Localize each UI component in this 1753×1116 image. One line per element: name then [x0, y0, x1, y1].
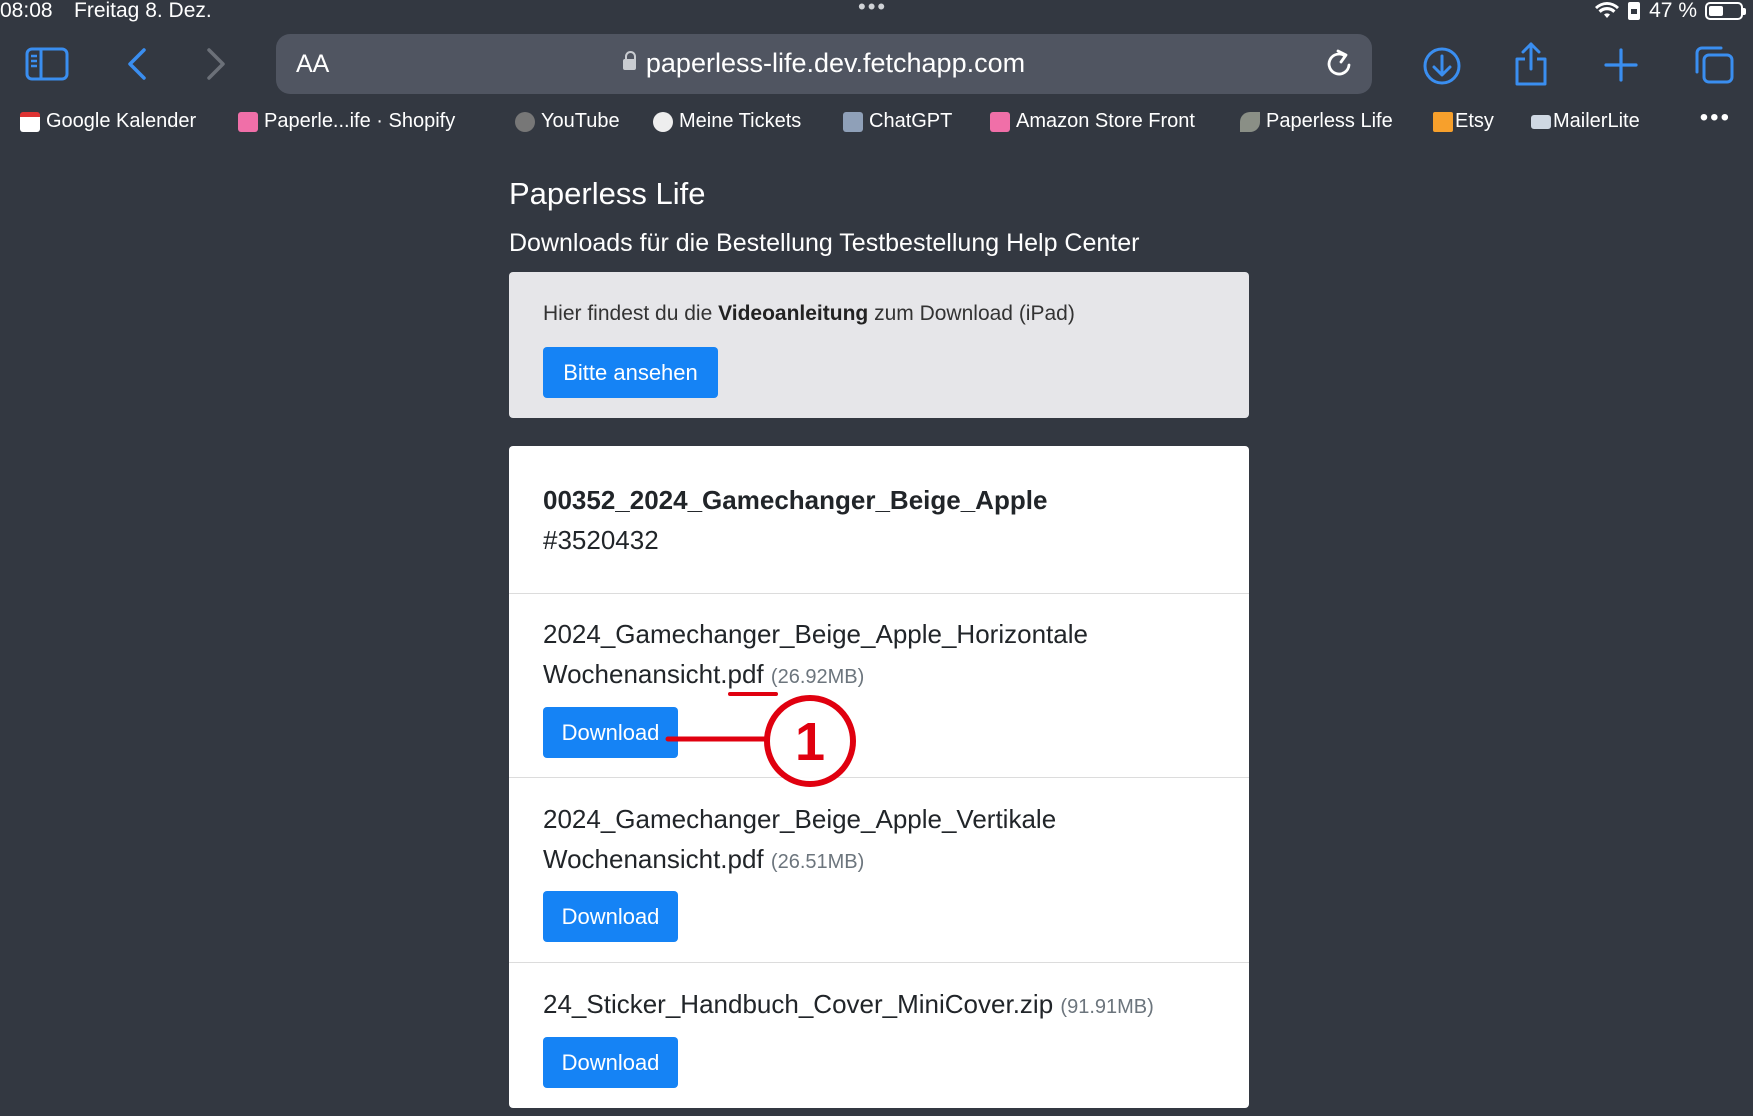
- bookmark-label: MailerLite: [1553, 110, 1640, 132]
- wifi-icon: [1595, 2, 1620, 18]
- file-name-line1: 2024_Gamechanger_Beige_Apple_Horizontale: [543, 619, 1088, 649]
- battery-percent: 47 %: [1649, 0, 1697, 22]
- info-text-after: zum Download (iPad): [868, 302, 1075, 325]
- bookmark-label: Etsy: [1455, 110, 1494, 132]
- bookmark-chatgpt[interactable]: ChatGPT: [843, 110, 952, 133]
- status-date: Freitag 8. Dez.: [74, 0, 212, 22]
- youtube-icon: [515, 111, 535, 132]
- more-bookmarks-icon[interactable]: •••: [1700, 104, 1731, 132]
- url-display[interactable]: paperless-life.dev.fetchapp.com: [276, 48, 1372, 79]
- order-title: 00352_2024_Gamechanger_Beige_Apple: [543, 485, 1048, 515]
- leaf-icon: [1240, 111, 1260, 132]
- bookmark-shopify[interactable]: Paperle...ife · Shopify: [238, 110, 455, 133]
- bookmark-mailerlite[interactable]: MailerLite: [1531, 110, 1640, 133]
- lock-rotation-icon: [1628, 2, 1641, 20]
- download-button[interactable]: Download: [543, 891, 678, 942]
- back-chevron-icon[interactable]: [122, 46, 152, 82]
- file-name: 24_Sticker_Handbuch_Cover_MiniCover.zip …: [543, 984, 1233, 1027]
- file-name: 2024_Gamechanger_Beige_Apple_Vertikale W…: [543, 799, 1233, 882]
- bookmark-label: YouTube: [541, 110, 620, 132]
- battery-icon: [1705, 2, 1746, 20]
- bookmark-label: Meine Tickets: [679, 110, 802, 132]
- info-text-bold: Videoanleitung: [718, 302, 869, 325]
- downloads-icon[interactable]: [1420, 44, 1464, 88]
- bookmarks-bar: Google Kalender Paperle...ife · Shopify …: [0, 104, 1753, 140]
- tabs-overview-icon[interactable]: [1692, 44, 1736, 86]
- bookmark-meine-tickets[interactable]: Meine Tickets: [653, 110, 801, 133]
- bookmark-label: Paperle...ife · Shopify: [264, 110, 456, 132]
- bookmark-etsy[interactable]: Etsy: [1433, 110, 1494, 133]
- bookmark-amazon-store-front[interactable]: Amazon Store Front: [990, 110, 1195, 133]
- divider: [509, 962, 1249, 963]
- download-button[interactable]: Download: [543, 707, 678, 758]
- bookmark-label: Google Kalender: [46, 110, 197, 132]
- divider: [509, 777, 1249, 778]
- file-name-line1: 2024_Gamechanger_Beige_Apple_Vertikale: [543, 804, 1057, 834]
- status-bar: 08:08 Freitag 8. Dez. ••• 47 %: [0, 0, 1753, 24]
- download-button[interactable]: Download: [543, 1037, 678, 1088]
- url-text: paperless-life.dev.fetchapp.com: [645, 48, 1026, 78]
- page-subtitle: Downloads für die Bestellung Testbestell…: [509, 229, 1140, 257]
- reload-icon[interactable]: [1324, 48, 1354, 85]
- new-tab-plus-icon[interactable]: [1602, 46, 1640, 84]
- watch-video-button[interactable]: Bitte ansehen: [543, 347, 718, 398]
- status-time: 08:08: [0, 0, 53, 22]
- file-size: (26.92MB): [770, 666, 865, 688]
- shopify-bag-icon: [990, 111, 1010, 132]
- lock-icon: [622, 51, 636, 70]
- status-right: 47 %: [1595, 0, 1746, 23]
- shopify-bag-icon: [238, 111, 258, 132]
- multitasking-dots-icon[interactable]: •••: [858, 0, 887, 20]
- sidebar-icon[interactable]: [24, 44, 70, 84]
- file-size: (26.51MB): [770, 851, 865, 873]
- bookmark-paperless-life[interactable]: Paperless Life: [1240, 110, 1393, 133]
- bookmark-youtube[interactable]: YouTube: [515, 110, 620, 133]
- divider: [509, 593, 1249, 594]
- mail-icon: [1531, 114, 1551, 129]
- downloads-card: 00352_2024_Gamechanger_Beige_Apple #3520…: [509, 446, 1249, 1108]
- bookmark-label: Paperless Life: [1266, 110, 1393, 132]
- file-name-line2: Wochenansicht.pdf: [543, 659, 764, 689]
- info-text: Hier findest du die Videoanleitung zum D…: [543, 302, 1075, 326]
- bookmark-label: ChatGPT: [869, 110, 953, 132]
- info-box: Hier findest du die Videoanleitung zum D…: [509, 272, 1249, 418]
- bookmark-label: Amazon Store Front: [1016, 110, 1195, 132]
- forward-chevron-icon[interactable]: [201, 46, 231, 82]
- etsy-icon: [1433, 111, 1453, 132]
- file-name-line2: Wochenansicht.pdf: [543, 844, 764, 874]
- order-number: #3520432: [543, 525, 659, 555]
- robot-icon: [843, 111, 863, 132]
- speech-bubble-icon: [653, 111, 673, 132]
- file-name: 2024_Gamechanger_Beige_Apple_Horizontale…: [543, 614, 1233, 697]
- file-size: (91.91MB): [1060, 996, 1154, 1018]
- address-bar[interactable]: AA paperless-life.dev.fetchapp.com: [276, 34, 1372, 94]
- page-title: Paperless Life: [509, 176, 706, 211]
- share-icon[interactable]: [1511, 40, 1551, 88]
- info-text-before: Hier findest du die: [543, 302, 719, 325]
- file-name-line1: 24_Sticker_Handbuch_Cover_MiniCover.zip: [543, 989, 1054, 1019]
- bookmark-google-kalender[interactable]: Google Kalender: [20, 110, 196, 133]
- calendar-icon: [20, 111, 40, 132]
- battery-level: [1709, 6, 1723, 16]
